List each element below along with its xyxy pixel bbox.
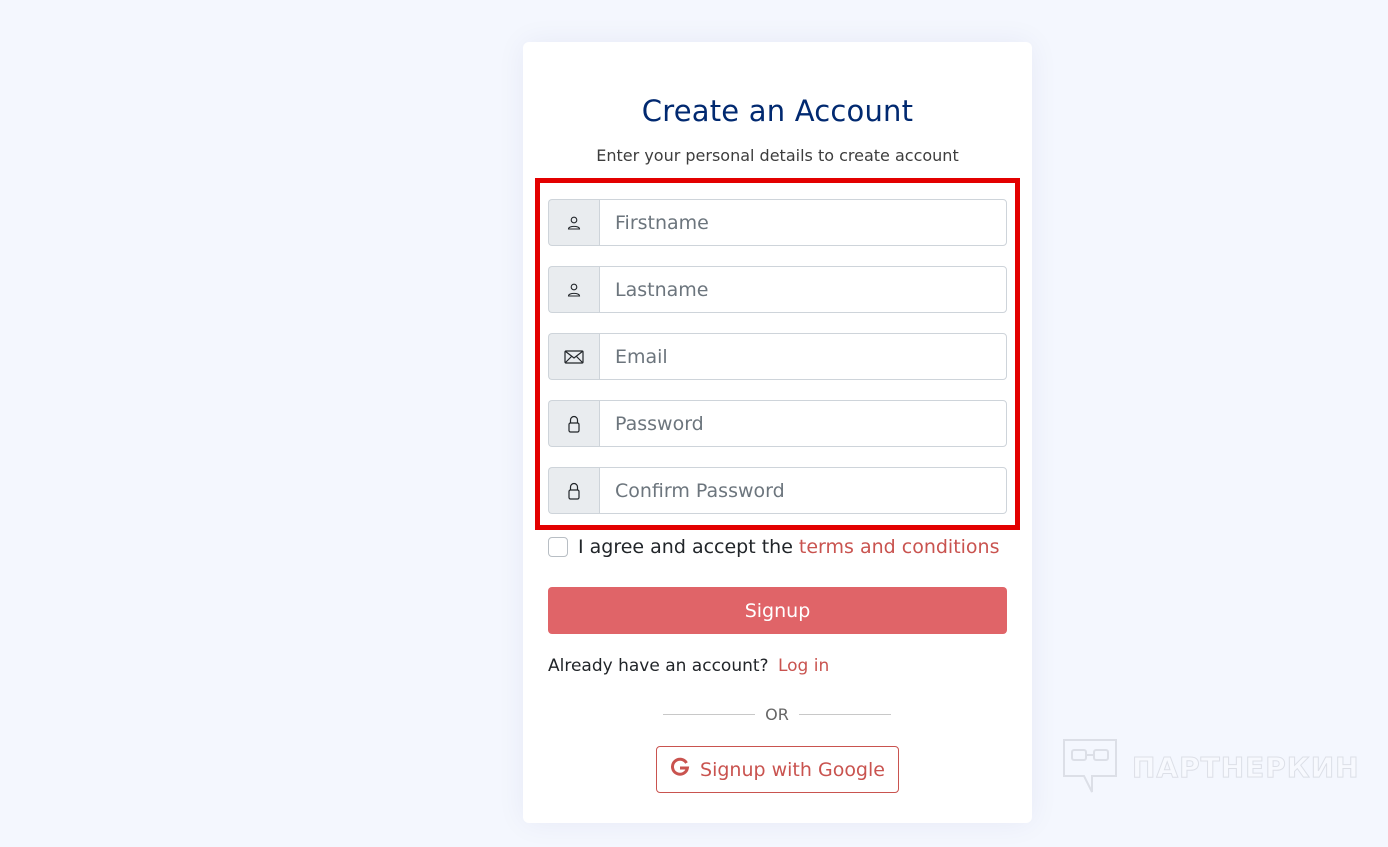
terms-link[interactable]: terms and conditions (799, 536, 1000, 558)
watermark-text: ПАРТНЕРКИН (1132, 750, 1360, 784)
terms-checkbox[interactable] (548, 537, 568, 557)
email-input[interactable] (599, 333, 1007, 380)
confirm-password-field (548, 467, 1007, 514)
login-prompt: Already have an account? Log in (548, 656, 829, 676)
page-subtitle: Enter your personal details to create ac… (596, 146, 959, 165)
divider-line-left (663, 713, 756, 715)
signup-card: Create an Account Enter your personal de… (523, 42, 1032, 823)
lock-icon (548, 400, 599, 447)
watermark-logo-icon (1062, 736, 1118, 798)
person-icon (548, 266, 599, 313)
firstname-input[interactable] (599, 199, 1007, 246)
watermark: ПАРТНЕРКИН (1062, 736, 1360, 798)
login-link[interactable]: Log in (778, 656, 829, 676)
password-input[interactable] (599, 400, 1007, 447)
terms-label: I agree and accept the (578, 536, 793, 558)
google-signup-button[interactable]: Signup with Google (656, 746, 899, 793)
signup-button[interactable]: Signup (548, 587, 1007, 634)
google-signup-label: Signup with Google (700, 758, 885, 781)
lastname-field (548, 266, 1007, 313)
or-divider: OR (663, 703, 891, 725)
person-icon (548, 199, 599, 246)
email-field (548, 333, 1007, 380)
divider-line-right (798, 713, 891, 715)
login-prompt-text: Already have an account? (548, 656, 769, 676)
divider-label: OR (765, 704, 789, 724)
lock-icon (548, 467, 599, 514)
firstname-field (548, 199, 1007, 246)
password-field (548, 400, 1007, 447)
envelope-icon (548, 333, 599, 380)
page-title: Create an Account (641, 94, 914, 128)
google-icon (670, 757, 690, 783)
lastname-input[interactable] (599, 266, 1007, 313)
confirm-password-input[interactable] (599, 467, 1007, 514)
terms-row: I agree and accept the terms and conditi… (548, 536, 1000, 558)
